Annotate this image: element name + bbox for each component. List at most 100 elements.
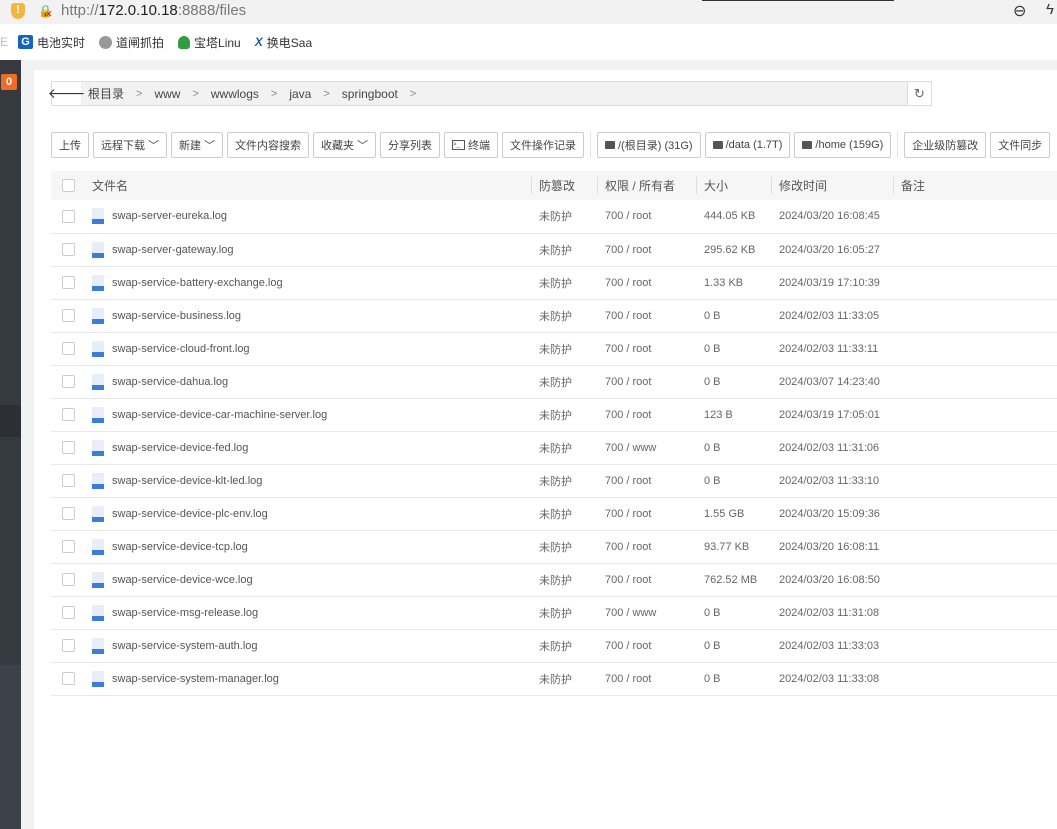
remark[interactable] [893,596,1057,630]
file-name[interactable]: swap-service-device-klt-led.log [112,475,262,487]
bookmark-battery[interactable]: G 电池实时 [18,34,85,51]
table-row[interactable]: swap-service-system-manager.log 未防护 700 … [51,662,1057,696]
file-name[interactable]: swap-server-eureka.log [112,210,227,222]
tamper-status[interactable]: 未防护 [531,497,597,531]
tamper-status[interactable]: 未防护 [531,464,597,498]
remark[interactable] [893,563,1057,597]
permission[interactable]: 700 / root [597,629,696,663]
permission[interactable]: 700 / root [597,233,696,267]
file-name[interactable]: swap-service-cloud-front.log [112,343,250,355]
bookmark-saas[interactable]: X 换电Saa [255,34,312,51]
share-list-button[interactable]: 分享列表 [380,132,440,158]
row-checkbox[interactable] [62,243,75,256]
file-name[interactable]: swap-service-msg-release.log [112,607,258,619]
remark[interactable] [893,233,1057,267]
table-row[interactable]: swap-service-device-fed.log 未防护 700 / ww… [51,431,1057,465]
table-row[interactable]: swap-service-device-car-machine-server.l… [51,398,1057,432]
row-checkbox[interactable] [62,276,75,289]
file-name[interactable]: swap-service-device-plc-env.log [112,508,268,520]
permission[interactable]: 700 / root [597,398,696,432]
new-button[interactable]: 新建 ﹀ [171,132,223,158]
zoom-out-icon[interactable]: ⊖ [1013,1,1026,21]
table-row[interactable]: swap-service-dahua.log 未防护 700 / root 0 … [51,365,1057,399]
table-row[interactable]: swap-service-device-tcp.log 未防护 700 / ro… [51,530,1057,564]
tamper-status[interactable]: 未防护 [531,332,597,366]
table-row[interactable]: swap-service-device-wce.log 未防护 700 / ro… [51,563,1057,597]
upload-button[interactable]: 上传 [51,132,89,158]
disk-root-button[interactable]: /(根目录) (31G) [597,132,701,158]
table-row[interactable]: swap-server-eureka.log 未防护 700 / root 44… [51,200,1057,234]
tamper-status[interactable]: 未防护 [531,398,597,432]
remark[interactable] [893,464,1057,498]
header-size[interactable]: 大小 [696,171,771,200]
file-name[interactable]: swap-service-system-auth.log [112,640,258,652]
breadcrumb-item[interactable]: springboot > [336,85,422,102]
file-sync-button[interactable]: 文件同步 [990,132,1051,158]
breadcrumb-item[interactable]: wwwlogs > [205,85,283,102]
row-checkbox[interactable] [62,408,75,421]
tamper-proof-button[interactable]: 企业级防篡改 [904,132,987,158]
permission[interactable]: 700 / root [597,563,696,597]
row-checkbox[interactable] [62,342,75,355]
permission[interactable]: 700 / root [597,662,696,696]
table-row[interactable]: swap-service-cloud-front.log 未防护 700 / r… [51,332,1057,366]
row-checkbox[interactable] [62,606,75,619]
permission[interactable]: 700 / root [597,332,696,366]
tamper-status[interactable]: 未防护 [531,266,597,300]
file-name[interactable]: swap-service-device-tcp.log [112,541,248,553]
tamper-status[interactable]: 未防护 [531,563,597,597]
row-checkbox[interactable] [62,474,75,487]
permission[interactable]: 700 / root [597,530,696,564]
remark[interactable] [893,299,1057,333]
sidebar-active-item[interactable] [0,405,21,437]
file-name[interactable]: swap-server-gateway.log [112,244,233,256]
breadcrumb[interactable]: 🡐 根目录 > www > wwwlogs > java > springboot > ↻ [48,81,932,106]
table-row[interactable]: swap-service-business.log 未防护 700 / root… [51,299,1057,333]
file-name[interactable]: swap-service-device-car-machine-server.l… [112,409,327,421]
header-permission[interactable]: 权限 / 所有者 [597,171,696,200]
address-bar[interactable]: ! 🔒 ✕ http://172.0.10.18:8888/files ⊖ ϟ [0,0,1057,24]
warning-shield-icon[interactable]: ! [11,3,25,19]
remote-download-button[interactable]: 远程下载 ﹀ [93,132,167,158]
row-checkbox[interactable] [62,540,75,553]
disk-home-button[interactable]: /home (159G) [794,132,892,158]
tamper-status[interactable]: 未防护 [531,530,597,564]
row-checkbox[interactable] [62,573,75,586]
file-name[interactable]: swap-service-device-wce.log [112,574,253,586]
url-text[interactable]: http://172.0.10.18:8888/files [61,2,246,19]
breadcrumb-item[interactable]: www > [148,85,204,102]
file-name[interactable]: swap-service-battery-exchange.log [112,277,283,289]
remark[interactable] [893,497,1057,531]
disk-data-button[interactable]: /data (1.7T) [704,132,791,158]
remark[interactable] [893,398,1057,432]
bookmark-gate[interactable]: 道闸抓拍 [99,34,164,51]
row-checkbox[interactable] [62,639,75,652]
file-name[interactable]: swap-service-business.log [112,310,241,322]
row-checkbox[interactable] [62,375,75,388]
bookmark-bt[interactable]: 宝塔Linu [178,34,241,51]
table-row[interactable]: swap-server-gateway.log 未防护 700 / root 2… [51,233,1057,267]
table-row[interactable]: swap-service-battery-exchange.log 未防护 70… [51,266,1057,300]
favorites-button[interactable]: 收藏夹 ﹀ [313,132,376,158]
table-row[interactable]: swap-service-device-plc-env.log 未防护 700 … [51,497,1057,531]
row-checkbox[interactable] [62,441,75,454]
permission[interactable]: 700 / root [597,497,696,531]
op-log-button[interactable]: 文件操作记录 [502,132,584,158]
tamper-status[interactable]: 未防护 [531,662,597,696]
remark[interactable] [893,365,1057,399]
permission[interactable]: 700 / www [597,596,696,630]
header-tamper[interactable]: 防篡改 [531,171,597,200]
file-name[interactable]: swap-service-device-fed.log [112,442,248,454]
permission[interactable]: 700 / root [597,365,696,399]
permission[interactable]: 700 / root [597,464,696,498]
remark[interactable] [893,662,1057,696]
bookmark-truncated[interactable]: E [0,35,8,49]
remark[interactable] [893,266,1057,300]
tamper-status[interactable]: 未防护 [531,629,597,663]
remark[interactable] [893,530,1057,564]
file-name[interactable]: swap-service-dahua.log [112,376,228,388]
file-name[interactable]: swap-service-system-manager.log [112,673,279,685]
remark[interactable] [893,431,1057,465]
permission[interactable]: 700 / root [597,200,696,234]
row-checkbox[interactable] [62,209,75,223]
